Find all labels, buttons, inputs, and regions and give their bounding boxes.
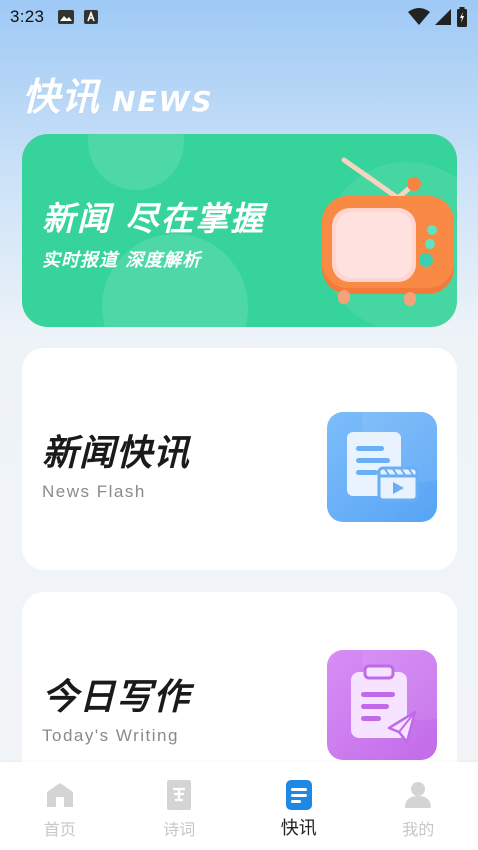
clipboard-send-icon <box>351 650 437 744</box>
nav-item-profile[interactable]: 我的 <box>359 762 478 850</box>
nav-label-poetry: 诗词 <box>163 820 196 839</box>
news-flash-tile <box>327 412 437 522</box>
card-subtitle: News Flash <box>42 482 146 501</box>
page-subtitle: NEWS <box>112 85 214 118</box>
page-title: 快讯 <box>22 75 101 119</box>
card-title: 今日写作 <box>42 677 191 718</box>
nav-label-home: 首页 <box>43 820 76 839</box>
nav-item-home[interactable]: 首页 <box>0 762 120 850</box>
home-icon <box>45 780 75 810</box>
wifi-icon <box>408 8 430 25</box>
news-banner[interactable]: 新闻 尽在掌握 实时报道 深度解析 <box>22 134 457 327</box>
card-title: 新闻快讯 <box>42 433 191 474</box>
nav-item-news[interactable]: 快讯 <box>239 762 359 850</box>
text-a-icon <box>84 10 99 24</box>
banner-subtitle: 实时报道 深度解析 <box>42 250 202 271</box>
page-header: 快讯 NEWS <box>22 66 214 121</box>
document-video-icon <box>347 412 437 502</box>
bottom-navigation: 首页 诗词 快讯 我的 <box>0 762 478 850</box>
nav-label-news: 快讯 <box>280 818 317 839</box>
nav-label-profile: 我的 <box>402 820 435 839</box>
today-writing-tile <box>327 650 437 760</box>
banner-decoration <box>88 134 184 190</box>
banner-title: 新闻 尽在掌握 <box>42 199 266 238</box>
status-time: 3:23 <box>10 7 45 26</box>
tv-icon <box>322 157 454 306</box>
status-bar: 3:23 <box>0 0 478 34</box>
battery-icon <box>457 7 467 27</box>
news-flash-card[interactable]: 新闻快讯 News Flash <box>22 348 457 570</box>
poetry-book-icon <box>164 780 194 810</box>
news-doc-icon <box>284 780 314 810</box>
card-subtitle: Today's Writing <box>42 726 179 745</box>
signal-icon <box>435 9 451 25</box>
user-icon <box>403 780 433 810</box>
image-icon <box>58 10 75 24</box>
nav-item-poetry[interactable]: 诗词 <box>120 762 240 850</box>
